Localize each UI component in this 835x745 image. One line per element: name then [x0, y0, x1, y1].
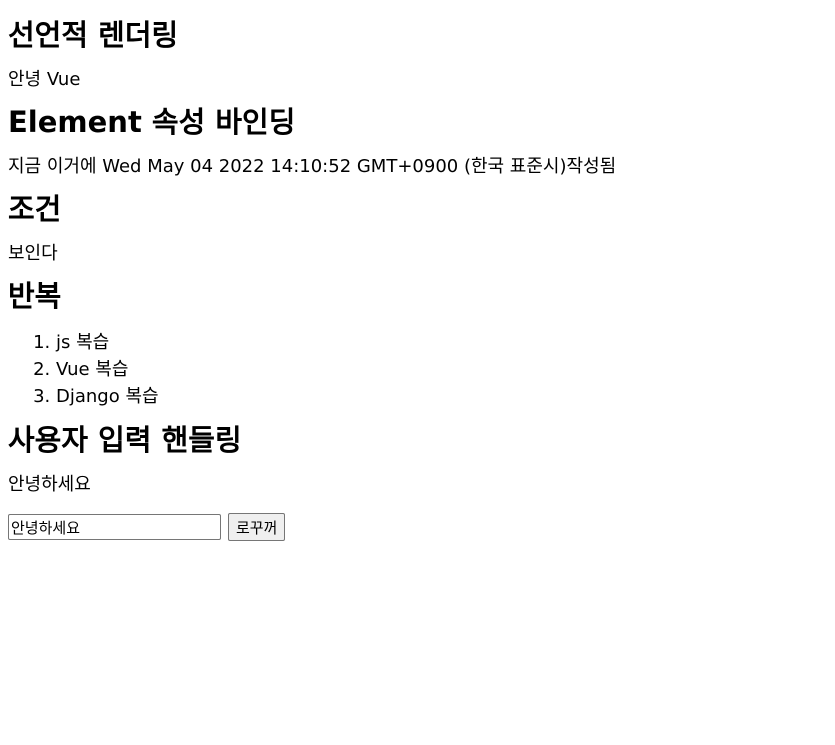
list-item: Django 복습 [56, 383, 827, 410]
declarative-heading: 선언적 렌더링 [8, 18, 179, 52]
todo-list: js 복습 Vue 복습 Django 복습 [8, 329, 827, 410]
page: 선언적 렌더링 안녕 Vue Element 속성 바인딩 지금 이거에 Wed… [0, 0, 835, 745]
input-heading: 사용자 입력 핸들링 [8, 423, 242, 457]
input-row: 로꾸꺼 [8, 513, 827, 541]
list-item: Vue 복습 [56, 356, 827, 383]
message-input[interactable] [8, 514, 221, 540]
declarative-message: 안녕 Vue [8, 69, 81, 90]
binding-message: 지금 이거에 Wed May 04 2022 14:10:52 GMT+0900… [8, 156, 617, 177]
input-message: 안녕하세요 [8, 474, 91, 495]
condition-message: 보인다 [8, 243, 58, 264]
loop-heading: 반복 [8, 279, 62, 313]
binding-heading: Element 속성 바인딩 [8, 105, 296, 139]
condition-heading: 조건 [8, 192, 62, 226]
reverse-button[interactable]: 로꾸꺼 [228, 513, 286, 541]
list-item: js 복습 [56, 329, 827, 356]
